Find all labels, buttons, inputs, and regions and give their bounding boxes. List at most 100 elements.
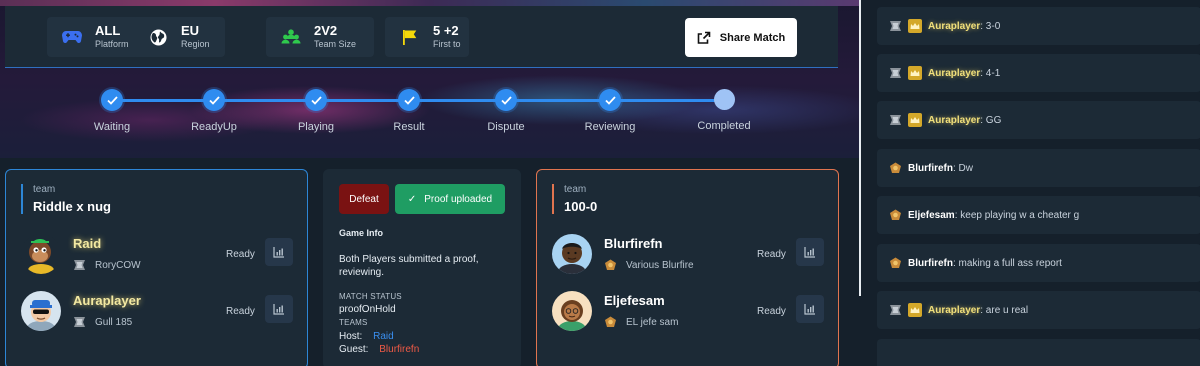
- chat-text: : 3-0: [980, 20, 1001, 32]
- avatar[interactable]: [552, 291, 592, 331]
- player-name[interactable]: Raid: [73, 236, 101, 251]
- crown-icon: [908, 303, 922, 317]
- chat-text: : GG: [980, 114, 1002, 126]
- chat-author[interactable]: Blurfirefn: [908, 163, 953, 174]
- avatar[interactable]: [552, 234, 592, 274]
- platform-value: ALL: [95, 23, 121, 39]
- chat-author[interactable]: Eljefesam: [908, 210, 955, 221]
- chat-message: [877, 339, 1200, 366]
- match-status-label: MATCH STATUS: [339, 292, 402, 301]
- chat-text: : 4-1: [980, 67, 1001, 79]
- chat-message: Blurfirefn: making a full ass report: [877, 244, 1200, 282]
- progress-step: ReadyUp: [164, 89, 264, 133]
- chat-message: Blurfirefn: Dw: [877, 149, 1200, 187]
- avatar[interactable]: [21, 291, 61, 331]
- rank-icon: [74, 317, 85, 327]
- check-icon: [599, 89, 621, 111]
- crown-icon: [908, 113, 922, 127]
- chart-icon: [804, 247, 815, 258]
- crown-icon: [908, 66, 922, 80]
- defeat-badge: Defeat: [339, 184, 389, 214]
- player-name[interactable]: Auraplayer: [73, 293, 141, 308]
- share-match-button[interactable]: Share Match: [685, 18, 797, 57]
- player-subtitle-text: RoryCOW: [95, 259, 141, 271]
- rank-icon: [888, 256, 902, 270]
- check-icon: [101, 89, 123, 111]
- share-match-label: Share Match: [719, 31, 786, 44]
- team-header: team Riddle x nug: [21, 184, 111, 214]
- step-label: Dispute: [487, 121, 525, 133]
- stats-button[interactable]: [796, 295, 824, 323]
- chart-icon: [804, 304, 815, 315]
- player-row: Blurfirefn Various Blurfire Ready: [552, 234, 827, 278]
- player-row: Auraplayer Gull 185 Ready: [21, 291, 296, 335]
- match-info-bar: ALL Platform EU Region 2V2 Team Size 5 +…: [5, 6, 838, 68]
- flag-icon: [399, 26, 421, 48]
- host-team-card: team Riddle x nug Raid RoryCOW Ready Aur…: [5, 169, 308, 366]
- teams-label: TEAMS: [339, 318, 368, 327]
- first-to-tile: 5 +2 First to: [385, 17, 469, 57]
- team-size-value: 2V2: [314, 23, 338, 39]
- player-subtitle: Various Blurfire: [604, 259, 694, 271]
- ready-status: Ready: [226, 249, 255, 260]
- guest-label: Guest:: [339, 344, 369, 355]
- step-label: Result: [393, 121, 425, 133]
- progress-step: Waiting: [62, 89, 162, 133]
- match-result-card: Defeat ✓ Proof uploaded Game Info Both P…: [323, 169, 521, 366]
- player-subtitle: RoryCOW: [73, 259, 141, 271]
- chat-author[interactable]: Auraplayer: [928, 21, 980, 32]
- game-info-heading: Game Info: [339, 228, 384, 238]
- step-label: Waiting: [93, 121, 131, 133]
- chat-message: Auraplayer: GG: [877, 101, 1200, 139]
- player-row: Raid RoryCOW Ready: [21, 234, 296, 278]
- stats-button[interactable]: [265, 238, 293, 266]
- chat-author[interactable]: Auraplayer: [928, 115, 980, 126]
- chat-author[interactable]: Auraplayer: [928, 305, 980, 316]
- check-icon: [495, 89, 517, 111]
- player-name[interactable]: Blurfirefn: [604, 236, 663, 251]
- step-label: Reviewing: [584, 121, 636, 133]
- progress-step: Result: [359, 89, 459, 133]
- check-icon: [398, 89, 420, 111]
- stats-button[interactable]: [265, 295, 293, 323]
- chart-icon: [273, 247, 284, 258]
- step-label: ReadyUp: [191, 121, 237, 133]
- chat-message: Auraplayer: are u real: [877, 291, 1200, 329]
- ready-status: Ready: [757, 249, 786, 260]
- step-label: Playing: [297, 121, 335, 133]
- player-subtitle: EL jefe sam: [604, 316, 678, 328]
- region-tile: EU Region: [133, 17, 225, 57]
- player-subtitle-text: Various Blurfire: [626, 259, 694, 271]
- avatar[interactable]: [21, 234, 61, 274]
- rank-icon: [888, 66, 902, 80]
- player-name[interactable]: Eljefesam: [604, 293, 665, 308]
- game-info-text: Both Players submitted a proof, reviewin…: [339, 254, 479, 278]
- progress-step: Playing: [266, 89, 366, 133]
- share-icon: [697, 31, 711, 44]
- team-icon: [280, 26, 302, 48]
- stats-button[interactable]: [796, 238, 824, 266]
- chat-author[interactable]: Auraplayer: [928, 68, 980, 79]
- team-caption: team: [33, 184, 56, 195]
- chart-icon: [273, 304, 284, 315]
- region-value: EU: [181, 23, 200, 39]
- guest-team-link[interactable]: Blurfirefn: [379, 344, 419, 355]
- team-name: Riddle x nug: [33, 199, 111, 214]
- crown-icon: [908, 19, 922, 33]
- rank-icon: [888, 19, 902, 33]
- chat-scrollbar[interactable]: [859, 0, 861, 296]
- chat-message: Auraplayer: 3-0: [877, 7, 1200, 45]
- rank-icon: [605, 259, 616, 270]
- host-team-link[interactable]: Raid: [373, 331, 394, 342]
- progress-step: Reviewing: [560, 89, 660, 133]
- ready-status: Ready: [226, 306, 255, 317]
- chat-author[interactable]: Blurfirefn: [908, 258, 953, 269]
- rank-icon: [888, 303, 902, 317]
- progress-step: Dispute: [456, 89, 556, 133]
- check-icon: [203, 89, 225, 111]
- step-label: Completed: [697, 120, 751, 132]
- step-pending-indicator: [713, 89, 735, 110]
- rank-icon: [888, 208, 902, 222]
- proof-uploaded-button[interactable]: ✓ Proof uploaded: [395, 184, 505, 214]
- rank-icon: [74, 260, 85, 270]
